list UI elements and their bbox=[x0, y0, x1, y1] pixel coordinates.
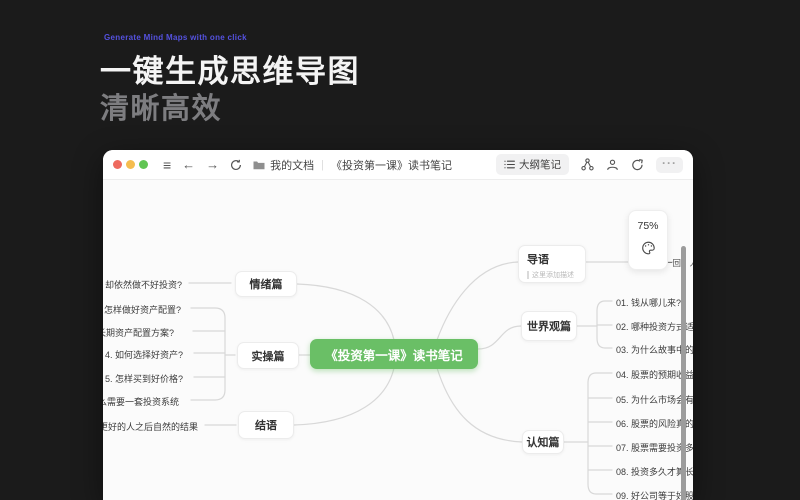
more-options-button[interactable]: ··· bbox=[656, 157, 683, 173]
menu-icon[interactable]: ≡ bbox=[163, 158, 171, 172]
share-icon[interactable] bbox=[631, 158, 644, 171]
hero-subtitle: 清晰高效 bbox=[100, 85, 222, 127]
leaf-item[interactable]: 01. 钱从哪儿来? bbox=[616, 296, 681, 309]
hero-eyebrow: Generate Mind Maps with one click bbox=[104, 33, 247, 42]
back-icon[interactable]: ← bbox=[182, 158, 195, 171]
theme-palette-icon[interactable] bbox=[641, 241, 656, 260]
center-topic-node[interactable]: 《投资第一课》读书笔记 bbox=[310, 339, 478, 369]
hero-section: Generate Mind Maps with one click 一键生成思维… bbox=[0, 0, 800, 500]
share-nodes-icon[interactable] bbox=[581, 158, 594, 171]
leaf-item[interactable]: 却依然做不好投资? bbox=[105, 278, 182, 291]
mindmap-canvas[interactable]: 《投资第一课》读书笔记 情绪篇 实操篇 结语 导语 这里添加描述 世界观篇 认知… bbox=[103, 150, 693, 500]
placeholder-caret bbox=[527, 271, 529, 279]
outline-note-label: 大纲笔记 bbox=[519, 157, 561, 172]
branch-node-worldview[interactable]: 世界观篇 bbox=[521, 311, 577, 341]
clipped-text-fragment: 一回，人 bbox=[664, 257, 693, 269]
branch-node-cognition[interactable]: 认知篇 bbox=[522, 430, 564, 454]
document-title: 《投资第一课》读书笔记 bbox=[331, 157, 452, 173]
breadcrumb-folder[interactable]: 我的文档 bbox=[270, 157, 314, 173]
leaf-item[interactable]: 5. 怎样买到好价格? bbox=[105, 372, 183, 385]
intro-placeholder: 这里添加描述 bbox=[532, 270, 574, 280]
zoom-control-card[interactable]: 75% bbox=[628, 210, 668, 270]
leaf-item[interactable]: 么需要一套投资系统 bbox=[103, 395, 179, 408]
outline-list-icon bbox=[504, 160, 515, 169]
close-traffic-light[interactable] bbox=[113, 160, 122, 169]
maximize-traffic-light[interactable] bbox=[139, 160, 148, 169]
outline-note-button[interactable]: 大纲笔记 bbox=[496, 154, 569, 175]
breadcrumb-separator: | bbox=[321, 159, 324, 171]
zoom-level: 75% bbox=[637, 220, 658, 232]
mindmap-connectors bbox=[103, 150, 693, 500]
app-window: 《投资第一课》读书笔记 情绪篇 实操篇 结语 导语 这里添加描述 世界观篇 认知… bbox=[103, 150, 693, 500]
window-titlebar: ≡ ← → 我的文档 | 《投资第一课》读书笔记 bbox=[103, 150, 693, 180]
branch-node-practice[interactable]: 实操篇 bbox=[237, 342, 299, 369]
branch-node-emotion[interactable]: 情绪篇 bbox=[235, 271, 297, 297]
branch-node-intro[interactable]: 导语 这里添加描述 bbox=[518, 245, 586, 283]
vertical-scrollbar[interactable] bbox=[681, 246, 686, 500]
refresh-icon[interactable] bbox=[230, 159, 242, 171]
intro-label: 导语 bbox=[527, 251, 577, 267]
forward-icon[interactable]: → bbox=[206, 158, 219, 171]
leaf-item[interactable]: 怎样做好资产配置? bbox=[104, 303, 181, 316]
leaf-item[interactable]: 4. 如何选择好资产? bbox=[105, 348, 183, 361]
minimize-traffic-light[interactable] bbox=[126, 160, 135, 169]
leaf-item[interactable]: 更好的人之后自然的结果 bbox=[103, 420, 198, 433]
collaborator-icon[interactable] bbox=[606, 158, 619, 171]
leaf-item[interactable]: 长期资产配置方案? bbox=[103, 326, 174, 339]
folder-icon bbox=[253, 160, 265, 170]
branch-node-conclusion[interactable]: 结语 bbox=[238, 411, 294, 439]
